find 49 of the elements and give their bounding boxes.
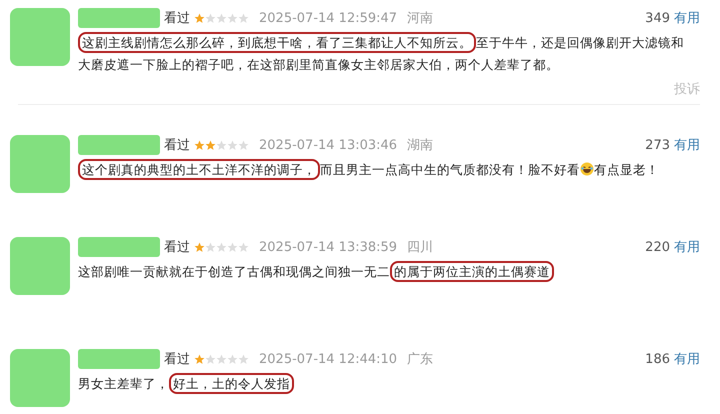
avatar[interactable] bbox=[10, 8, 70, 66]
star-icon bbox=[238, 354, 249, 364]
comment-region: 四川 bbox=[407, 239, 434, 256]
vote-count: 349 有用 bbox=[645, 10, 700, 27]
useful-link[interactable]: 有用 bbox=[674, 240, 700, 255]
comment-region: 河南 bbox=[407, 10, 434, 27]
useful-link[interactable]: 有用 bbox=[674, 138, 700, 153]
star-icon bbox=[205, 242, 216, 252]
star-icon bbox=[205, 12, 216, 24]
star-icon bbox=[194, 242, 205, 252]
comment-time: 2025-07-14 13:03:46 bbox=[259, 138, 398, 152]
star-icon bbox=[227, 140, 238, 150]
comment-text: 这剧主线剧情怎么那么碎，到底想干啥，看了三集都让人不知所云。 至于牛牛，还是回偶像剧开大滤镜和大磨皮遮一下脸上的褶子吧，在这部剧里简直像女主邻居家大伯，两个人差辈了都。 bbox=[78, 32, 688, 76]
star-icon bbox=[227, 12, 238, 24]
comment-text: 这部剧唯一贡献就在于创造了古偶和现偶之间独一无二 的属于两位主演的土偶赛道 bbox=[78, 261, 688, 283]
avatar[interactable] bbox=[10, 349, 70, 407]
watch-status: 看过 bbox=[164, 351, 190, 368]
star-icon bbox=[238, 140, 249, 150]
star-icon bbox=[227, 354, 238, 364]
avatar[interactable] bbox=[10, 237, 70, 295]
star-icon bbox=[194, 354, 205, 364]
star-icon bbox=[216, 354, 227, 364]
vote-count: 186 有用 bbox=[645, 351, 700, 368]
star-icon bbox=[216, 12, 227, 24]
star-icon bbox=[238, 12, 249, 24]
comment-time: 2025-07-14 12:44:10 bbox=[259, 352, 398, 366]
watch-status: 看过 bbox=[164, 10, 190, 27]
star-icon bbox=[227, 242, 238, 252]
comment-text: 这个剧真的典型的土不土洋不洋的调子， 而且男主一点高中生的气质都没有！脸不好看 有点显老！ bbox=[78, 159, 688, 181]
star-icon bbox=[205, 140, 216, 150]
comment-region: 广东 bbox=[407, 351, 434, 368]
avatar[interactable] bbox=[10, 135, 70, 193]
useful-link[interactable]: 有用 bbox=[674, 11, 700, 26]
watch-status: 看过 bbox=[164, 239, 190, 256]
watch-status: 看过 bbox=[164, 137, 190, 154]
star-icon bbox=[205, 354, 216, 364]
star-icon bbox=[194, 140, 205, 150]
laughing-emoji-icon bbox=[580, 162, 594, 176]
star-icon bbox=[216, 242, 227, 252]
comment-region: 湖南 bbox=[407, 137, 434, 154]
comment-time: 2025-07-14 12:59:47 bbox=[259, 10, 398, 26]
star-icon bbox=[216, 140, 227, 150]
comment-time: 2025-07-14 13:38:59 bbox=[259, 240, 398, 254]
star-icon bbox=[238, 242, 249, 252]
star-icon bbox=[194, 12, 205, 24]
useful-link[interactable]: 有用 bbox=[674, 352, 700, 367]
vote-count: 220 有用 bbox=[645, 239, 700, 256]
vote-count: 273 有用 bbox=[645, 137, 700, 154]
comment-text: 男女主差辈了， 好土，土的令人发指 bbox=[78, 373, 688, 395]
